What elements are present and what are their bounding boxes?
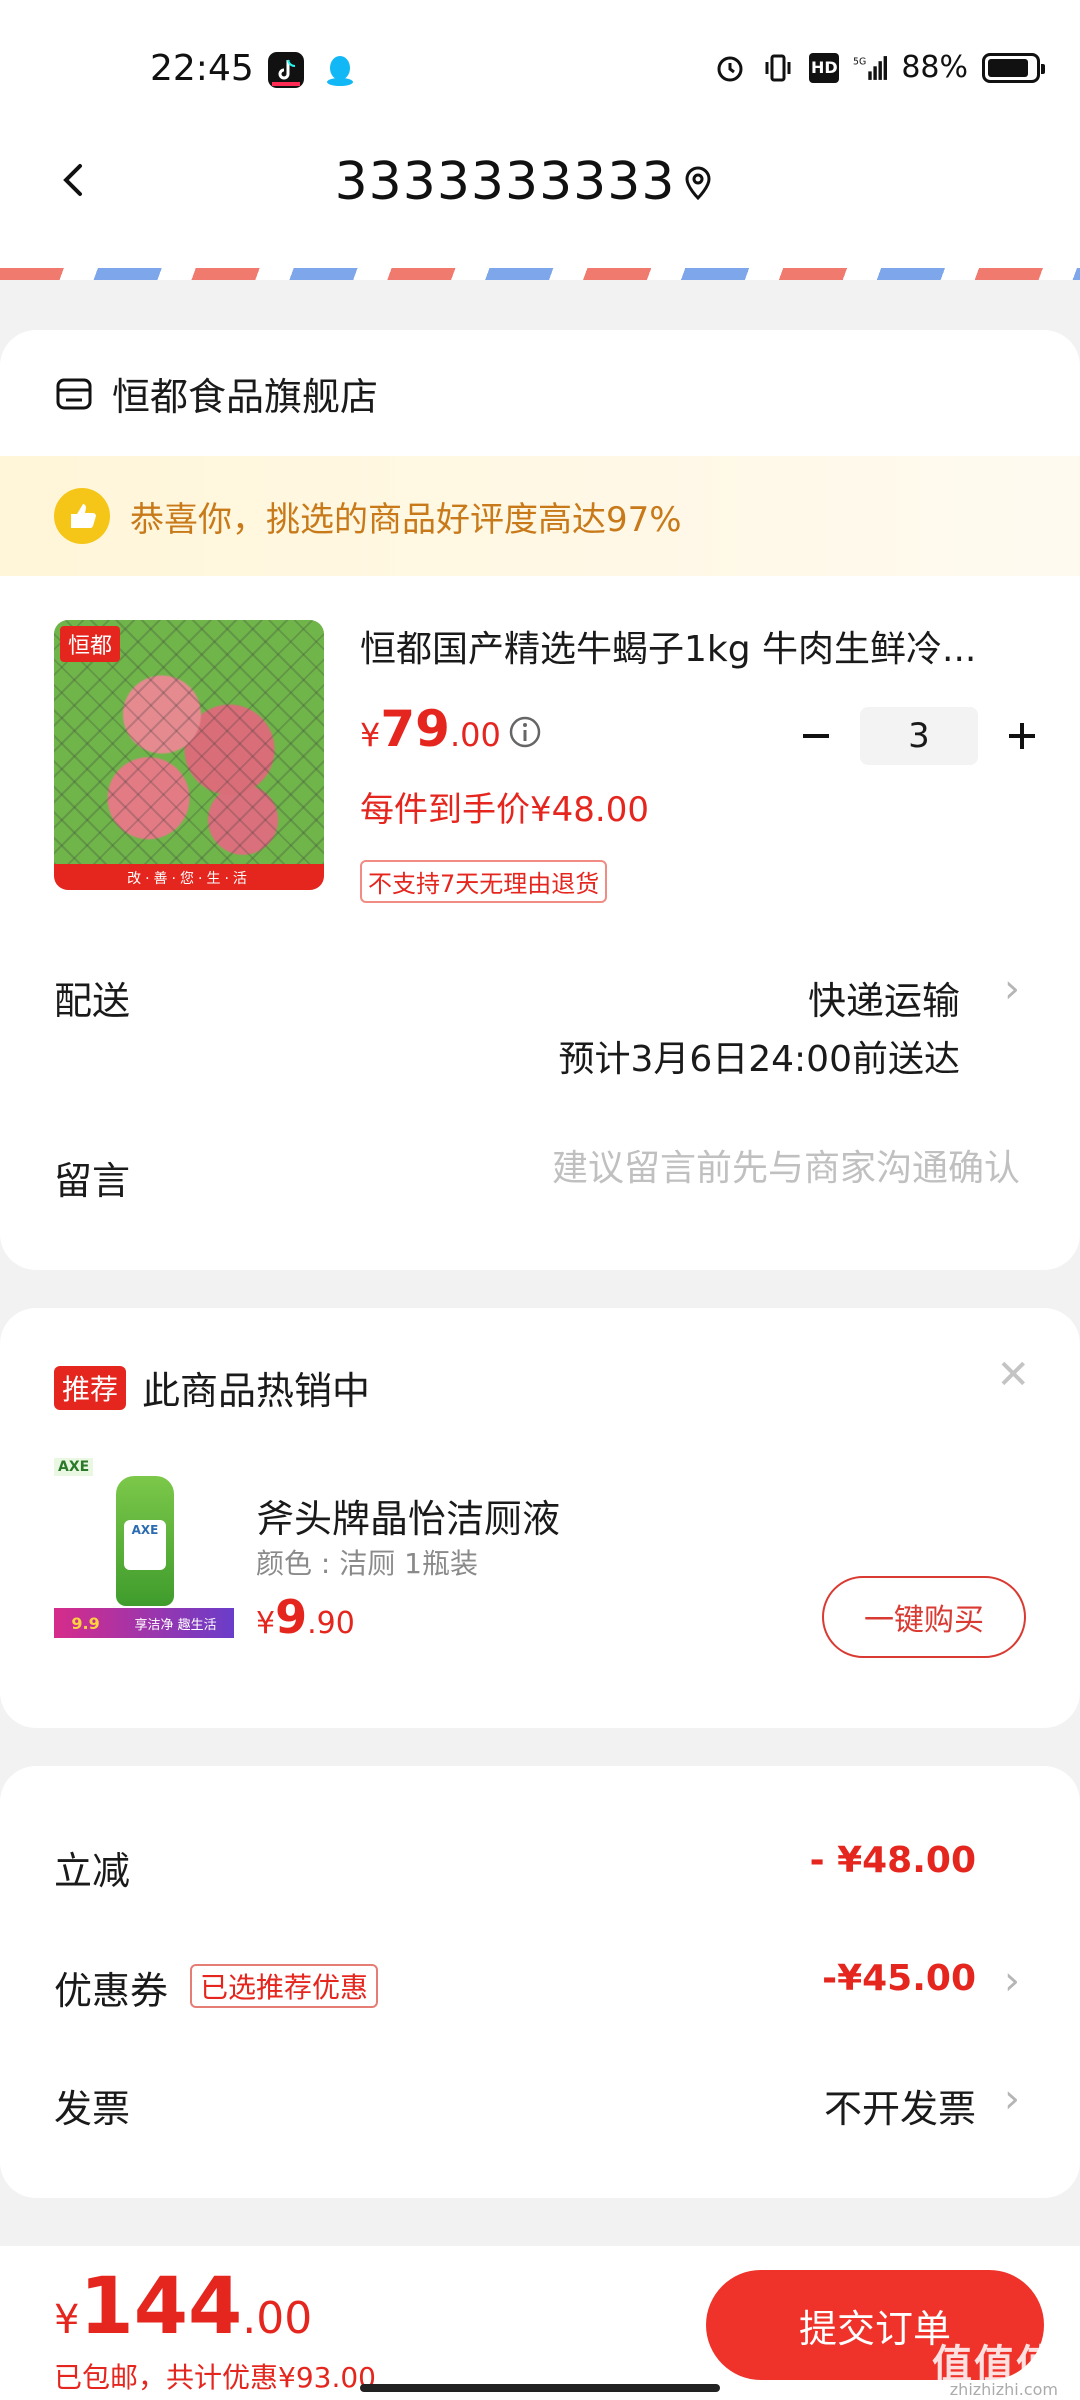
status-icons: HD 5G 88% <box>713 50 1045 85</box>
recommend-card: 推荐 此商品热销中 ✕ AXE AXE 9.9 享洁净 趣生活 斧头牌晶怡洁厕液… <box>0 1308 1080 1728</box>
product-title[interactable]: 恒都国产精选牛蝎子1kg 牛肉生鲜冷... <box>360 620 1020 672</box>
product-image-brand: 恒都 <box>60 626 121 662</box>
product-image-slogan: 改·善·您·生·活 <box>127 871 251 887</box>
total-decimal: .00 <box>242 2293 313 2344</box>
rec-price-symbol: ¥ <box>256 1606 276 1641</box>
return-policy-badge: 不支持7天无理由退货 <box>360 860 608 903</box>
chevron-right-icon[interactable]: › <box>1004 1958 1020 2004</box>
vibrate-icon <box>761 51 795 85</box>
rating-banner-text: 恭喜你，挑选的商品好评度高达97% <box>130 499 682 540</box>
promo-price: 9.9 <box>71 1613 100 1633</box>
watermark-url: zhizhizhi.com <box>949 2380 1058 2399</box>
axe-logo: AXE <box>54 1458 94 1476</box>
quantity-stepper: 3 <box>786 706 1052 766</box>
checkout-bar: ¥ 144 .00 已包邮，共计优惠¥93.00 提交订单 <box>0 2246 1080 2400</box>
message-input[interactable] <box>420 1138 1020 1198</box>
battery-icon <box>982 52 1045 83</box>
per-item-price: 每件到手价¥48.00 <box>360 790 649 830</box>
recommend-title: 此商品热销中 <box>142 1369 371 1413</box>
store-icon <box>56 378 92 409</box>
price-symbol: ¥ <box>360 716 381 754</box>
chevron-right-icon[interactable]: › <box>1004 966 1020 1012</box>
decrease-button[interactable] <box>786 706 846 766</box>
alarm-icon <box>713 51 747 85</box>
recommend-product-variant: 颜色 : 洁厕 1瓶装 <box>256 1547 478 1580</box>
tiktok-icon <box>268 52 304 88</box>
promo-strip: 9.9 享洁净 趣生活 <box>54 1608 234 1638</box>
plus-icon <box>1009 723 1035 749</box>
delivery-method[interactable]: 快递运输 <box>808 970 960 1025</box>
rec-price-decimal: .90 <box>307 1606 355 1641</box>
increase-button[interactable] <box>992 706 1052 766</box>
status-time: 22:45 <box>150 48 254 89</box>
message-label: 留言 <box>54 1159 131 1203</box>
recommend-header: 推荐 此商品热销中 <box>54 1360 370 1415</box>
thumbs-up-icon <box>54 488 110 544</box>
invoice-value[interactable]: 不开发票 <box>824 2078 976 2133</box>
recommend-product-price: ¥ 9 .90 <box>256 1590 355 1644</box>
rating-banner: 恭喜你，挑选的商品好评度高达97% <box>0 456 1080 576</box>
quantity-input[interactable]: 3 <box>860 707 978 765</box>
airmail-border <box>0 268 1080 280</box>
battery-percent: 88% <box>901 50 968 85</box>
rec-price-integer: 9 <box>275 1590 308 1644</box>
location-pin-icon[interactable] <box>680 162 716 202</box>
bottle-icon: AXE <box>116 1476 174 1606</box>
product-image[interactable]: 恒都 改·善·您·生·活 <box>54 620 324 890</box>
chevron-right-icon[interactable]: › <box>1004 2076 1020 2122</box>
svg-text:5G: 5G <box>853 56 866 67</box>
home-indicator[interactable] <box>360 2384 720 2392</box>
recommend-product-name[interactable]: 斧头牌晶怡洁厕液 <box>256 1488 560 1543</box>
promo-slogan: 享洁净 趣生活 <box>134 1617 217 1633</box>
one-click-buy-button[interactable]: 一键购买 <box>822 1576 1026 1658</box>
order-total: ¥ 144 .00 <box>54 2262 312 2352</box>
discount-value: - ¥48.00 <box>809 1840 976 1881</box>
delivery-label: 配送 <box>54 979 131 1023</box>
coupon-value[interactable]: -¥45.00 <box>822 1958 976 1999</box>
store-header[interactable]: 恒都食品旗舰店 <box>54 366 378 421</box>
header: 3333333333 <box>0 120 1080 280</box>
product-price: ¥ 79 .00 <box>360 700 501 758</box>
shipping-discount-note: 已包邮，共计优惠¥93.00 <box>54 2361 376 2394</box>
bottle-label: AXE <box>124 1520 166 1570</box>
recommend-tag: 推荐 <box>54 1365 127 1410</box>
coupon-label[interactable]: 优惠券 <box>54 1960 168 2015</box>
minus-icon <box>803 734 829 738</box>
invoice-label[interactable]: 发票 <box>54 2078 130 2133</box>
total-integer: 144 <box>79 2262 243 2352</box>
info-icon[interactable] <box>508 715 542 749</box>
qq-icon <box>322 52 358 88</box>
total-symbol: ¥ <box>54 2297 80 2343</box>
price-summary-card: 立减 - ¥48.00 优惠券 已选推荐优惠 -¥45.00 › 发票 不开发票… <box>0 1766 1080 2198</box>
page-title: 3333333333 <box>334 152 676 212</box>
order-card: 恒都食品旗舰店 恭喜你，挑选的商品好评度高达97% 恒都 改·善·您·生·活 恒… <box>0 330 1080 1270</box>
price-decimal: .00 <box>449 716 501 754</box>
hd-icon: HD <box>809 52 840 83</box>
store-name: 恒都食品旗舰店 <box>112 375 379 419</box>
close-icon[interactable]: ✕ <box>996 1352 1030 1398</box>
recommend-product-image[interactable]: AXE AXE 9.9 享洁净 趣生活 <box>54 1458 234 1648</box>
signal-icon: 5G <box>853 51 888 85</box>
status-bar: 22:45 HD 5G 88% <box>0 0 1080 120</box>
discount-label: 立减 <box>54 1849 131 1893</box>
price-integer: 79 <box>380 700 450 758</box>
coupon-badge: 已选推荐优惠 <box>190 1964 379 2008</box>
delivery-eta: 预计3月6日24:00前送达 <box>558 1039 960 1080</box>
